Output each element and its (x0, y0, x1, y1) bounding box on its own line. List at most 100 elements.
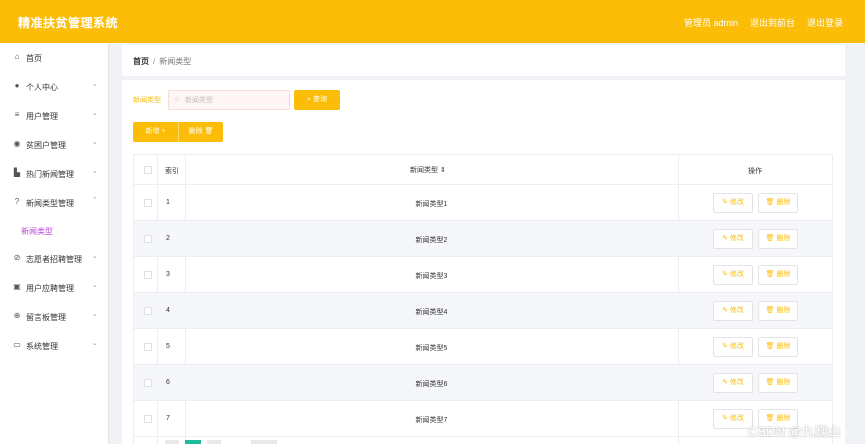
edit-icon: ✎ (722, 271, 728, 278)
search-icon: ⌕ (307, 96, 311, 103)
delete-button[interactable]: 删除 🗑 (178, 122, 223, 142)
list-icon: ≡ (14, 110, 20, 119)
row-index: 5 (166, 343, 170, 350)
row-delete-button[interactable]: 🗑 删除 (758, 373, 798, 393)
chevron-down-icon: ⌄ (92, 81, 98, 88)
row-name: 新闻类型4 (415, 309, 448, 316)
edit-button[interactable]: ✎ 修改 (713, 229, 753, 249)
row-name: 新闻类型3 (415, 273, 448, 280)
admin-label: 管理员 admin (683, 18, 738, 28)
location-icon: ◉ (13, 139, 21, 148)
news-type-table: 索引 新闻类型 ⇕ 操作 1 新闻类型1 ✎ 修改 🗑 删除 2 新闻类型2 ✎… (133, 154, 833, 444)
edit-button[interactable]: ✎ 修改 (713, 265, 753, 285)
row-name: 新闻类型2 (415, 237, 448, 244)
row-checkbox[interactable] (144, 343, 152, 351)
row-checkbox[interactable] (144, 235, 152, 243)
sidebar-item-profile[interactable]: ● 个人中心 ⌄ (0, 77, 109, 97)
row-delete-button[interactable]: 🗑 删除 (758, 337, 798, 357)
row-index: 4 (166, 307, 170, 314)
trash-icon: 🗑 (765, 199, 775, 206)
edit-icon: ✎ (722, 235, 728, 242)
plus-icon: + (161, 128, 166, 135)
sort-icon[interactable]: ⇕ (440, 167, 446, 174)
edit-icon: ✎ (722, 379, 728, 386)
search-label: 新闻类型 (133, 97, 161, 104)
trash-icon: 🗑 (765, 379, 775, 386)
table-row: 7 新闻类型7 ✎ 修改 🗑 删除 (134, 401, 832, 437)
edit-button[interactable]: ✎ 修改 (713, 301, 753, 321)
globe-icon: ⊕ (13, 311, 21, 320)
row-checkbox[interactable] (144, 271, 152, 279)
row-delete-button[interactable]: 🗑 删除 (758, 193, 798, 213)
sidebar-item-hot-news[interactable]: ▙ 热门新闻管理 ⌄ (0, 164, 109, 184)
header-index: 索引 (165, 168, 179, 175)
add-button[interactable]: 新增 + (133, 122, 178, 142)
logout-link[interactable]: 退出登录 (807, 16, 843, 29)
row-delete-button[interactable]: 🗑 删除 (758, 265, 798, 285)
edit-icon: ✎ (722, 415, 728, 422)
breadcrumb-bar: 首页 / 新闻类型 (122, 45, 845, 76)
search-icon: ○ (175, 96, 180, 103)
breadcrumb: 首页 / 新闻类型 (133, 56, 191, 67)
edit-button[interactable]: ✎ 修改 (713, 409, 753, 429)
edit-icon: ✎ (722, 199, 728, 206)
sidebar-item-volunteer[interactable]: ⊘ 志愿者招聘管理 ⌄ (0, 249, 109, 269)
edit-button[interactable]: ✎ 修改 (713, 373, 753, 393)
pager-page[interactable] (207, 440, 221, 444)
sidebar-subitem-news-type[interactable]: 新闻类型 (0, 222, 109, 240)
table-row: 4 新闻类型4 ✎ 修改 🗑 删除 (134, 293, 832, 329)
breadcrumb-current: 新闻类型 (159, 57, 192, 66)
table-row: 1 新闻类型1 ✎ 修改 🗑 删除 (134, 185, 832, 221)
sidebar-item-poor-households[interactable]: ◉ 贫困户管理 ⌄ (0, 135, 109, 155)
chevron-up-icon: ⌃ (92, 197, 98, 204)
query-button[interactable]: ⌕ 查询 (294, 90, 340, 110)
pager-prev[interactable] (165, 440, 179, 444)
breadcrumb-separator: / (153, 57, 156, 66)
edit-button[interactable]: ✎ 修改 (713, 193, 753, 213)
header-name[interactable]: 新闻类型 ⇕ (410, 165, 446, 175)
trash-icon: 🗑 (204, 128, 214, 135)
breadcrumb-home[interactable]: 首页 (133, 57, 149, 66)
sidebar-item-home[interactable]: ⌂ 首页 (0, 48, 109, 68)
row-name: 新闻类型5 (415, 345, 448, 352)
frontend-link[interactable]: 退出到前台 (750, 16, 795, 29)
row-checkbox[interactable] (144, 307, 152, 315)
sidebar-item-users[interactable]: ≡ 用户管理 ⌄ (0, 106, 109, 126)
chevron-down-icon: ⌄ (92, 253, 98, 260)
sidebar-item-applications[interactable]: ▣ 用户应聘管理 ⌄ (0, 278, 109, 298)
briefcase-icon: ▣ (13, 282, 21, 291)
sidebar-item-system[interactable]: ▭ 系统管理 ⌄ (0, 336, 109, 356)
trash-icon: 🗑 (765, 343, 775, 350)
edit-icon: ✎ (722, 307, 728, 314)
trash-icon: 🗑 (765, 271, 775, 278)
row-index: 7 (166, 415, 170, 422)
row-checkbox[interactable] (144, 199, 152, 207)
sidebar-item-message-board[interactable]: ⊕ 留言板管理 ⌄ (0, 307, 109, 327)
chart-icon: ▙ (13, 168, 21, 177)
row-checkbox[interactable] (144, 415, 152, 423)
search-input[interactable] (185, 93, 285, 108)
row-index: 6 (166, 379, 170, 386)
help-icon: ? (14, 197, 20, 206)
table-row: 3 新闻类型3 ✎ 修改 🗑 删除 (134, 257, 832, 293)
table-row: 5 新闻类型5 ✎ 修改 🗑 删除 (134, 329, 832, 365)
row-name: 新闻类型6 (415, 381, 448, 388)
row-delete-button[interactable]: 🗑 删除 (758, 229, 798, 249)
compass-icon: ⊘ (13, 253, 21, 262)
header-ops: 操作 (748, 168, 762, 175)
chevron-down-icon: ⌄ (92, 340, 98, 347)
row-checkbox[interactable] (144, 379, 152, 387)
sidebar-item-news-type[interactable]: ? 新闻类型管理 ⌃ (0, 193, 109, 213)
search-field[interactable]: ○ (168, 90, 290, 110)
table-row: 2 新闻类型2 ✎ 修改 🗑 删除 (134, 221, 832, 257)
sidebar: ⌂ 首页 ● 个人中心 ⌄ ≡ 用户管理 ⌄ ◉ 贫困户管理 ⌄ ▙ 热门新闻管… (0, 43, 109, 444)
pager-current-page[interactable] (185, 440, 201, 444)
select-all-checkbox[interactable] (144, 166, 152, 174)
chevron-down-icon: ⌄ (92, 311, 98, 318)
top-right-links: 管理员 admin 退出到前台 退出登录 (684, 16, 843, 29)
edit-button[interactable]: ✎ 修改 (713, 337, 753, 357)
row-delete-button[interactable]: 🗑 删除 (758, 301, 798, 321)
pager-jump[interactable] (251, 440, 277, 444)
table-header: 索引 新闻类型 ⇕ 操作 (134, 155, 832, 185)
watermark: CSDN @九巍山 (748, 424, 841, 439)
